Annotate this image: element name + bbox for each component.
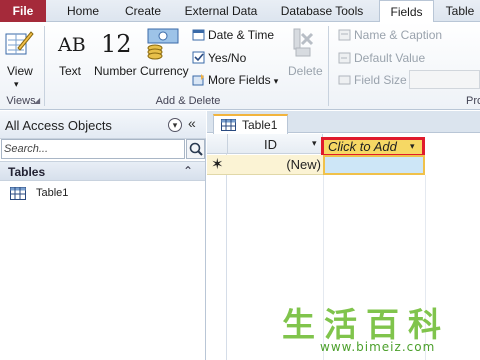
default-value-label: Default Value [354,51,426,65]
more-fields-button[interactable]: More Fields ▾ [192,73,278,87]
name-caption-icon [338,29,351,41]
chevron-down-icon: ▾ [273,76,279,86]
name-caption-label: Name & Caption [354,28,443,42]
chevron-down-icon[interactable]: ▾ [410,141,415,152]
nav-pane-title: All Access Objects [5,118,112,133]
watermark: 生活百科 www.bimeiz.com [282,298,477,360]
ribbon-tabs: File Home Create External Data Database … [0,0,480,23]
number-field-button[interactable]: Number [94,64,137,78]
delete-label[interactable]: Delete [288,64,323,78]
tables-section-header[interactable]: Tables ⌃ [0,161,205,181]
tab-file[interactable]: File [0,0,46,22]
tab-external-data[interactable]: External Data [178,0,264,22]
access-window: File Home Create External Data Database … [0,0,480,360]
view-button[interactable] [4,28,34,58]
search-icon [189,142,203,156]
nav-menu-chevron-icon[interactable]: ▾ [168,118,182,132]
table-icon [10,187,26,200]
yes-no-label: Yes/No [208,51,247,65]
delete-icon [293,28,314,57]
watermark-logo: 生活百科 [282,305,450,344]
text-field-icon[interactable]: AB [58,34,86,56]
checkbox-icon [192,51,205,64]
more-fields-label: More Fields [208,73,271,87]
new-record-id-cell[interactable]: (New) [228,155,322,175]
click-to-add-label: Click to Add [328,139,397,154]
text-field-button[interactable]: Text [59,64,81,78]
chevron-up-icon[interactable]: ⌃ [183,164,193,178]
group-separator [44,26,45,106]
table-row[interactable]: (New) [207,155,425,175]
currency-label[interactable]: Currency [140,64,189,78]
shutter-bar-collapse-icon[interactable]: « [188,115,196,131]
calendar-icon [192,29,205,41]
search-button[interactable] [186,139,205,159]
new-record-marker-icon: ✶ [211,156,224,173]
tab-fields[interactable]: Fields [379,0,434,23]
view-label[interactable]: View [7,64,33,78]
nav-pane-header[interactable]: All Access Objects ▾ « [0,111,206,139]
properties-group-label: Pro [466,95,480,107]
default-value-icon [338,52,351,64]
nav-search-input[interactable]: Search... [1,139,185,159]
field-size-input[interactable] [409,70,480,89]
date-time-label: Date & Time [208,28,275,42]
more-fields-icon [192,74,204,86]
date-time-button[interactable]: Date & Time [192,28,274,42]
selected-cell[interactable] [323,155,425,175]
currency-field-button[interactable] [145,26,181,60]
yes-no-button[interactable]: Yes/No [192,51,246,65]
field-size-label: Field Size [354,73,407,87]
tab-home[interactable]: Home [56,0,110,22]
nav-item-table1[interactable]: Table1 [10,185,160,203]
view-icon [5,31,34,55]
group-separator [328,26,329,106]
navigation-pane: All Access Objects ▾ « Search... Tables … [0,111,206,360]
nav-item-label: Table1 [36,187,69,199]
delete-field-button[interactable] [290,26,316,58]
add-delete-group-label: Add & Delete [155,95,221,107]
dialog-launcher-icon[interactable]: ◢ [34,96,40,105]
click-to-add-column[interactable]: Click to Add ▾ [321,137,425,157]
tab-table[interactable]: Table [440,0,480,22]
watermark-url: www.bimeiz.com [320,340,436,354]
field-size-icon [338,75,351,85]
field-size-control[interactable]: Field Size [338,73,407,87]
name-caption-button[interactable]: Name & Caption [338,28,442,42]
document-tab-label: Table1 [242,118,278,132]
chevron-down-icon[interactable]: ▾ [312,138,317,149]
table-icon [221,119,236,131]
view-dropdown-icon[interactable]: ▾ [14,79,19,90]
ribbon: View ▾ Views AB Text 12 Number Currency … [0,22,480,110]
document-tab-table1[interactable]: Table1 [213,114,288,134]
views-group-label: Views [6,95,36,107]
currency-icon [147,28,179,60]
column-header-id[interactable]: ID ▾ [228,134,323,154]
tables-section-label: Tables [8,165,46,179]
document-tab-bar: Table1 [207,111,480,134]
default-value-button[interactable]: Default Value [338,51,425,65]
number-field-icon[interactable]: 12 [101,30,132,58]
select-all-corner[interactable] [207,134,228,154]
tab-create[interactable]: Create [116,0,170,22]
column-header-label: ID [264,137,277,152]
tab-database-tools[interactable]: Database Tools [274,0,370,22]
